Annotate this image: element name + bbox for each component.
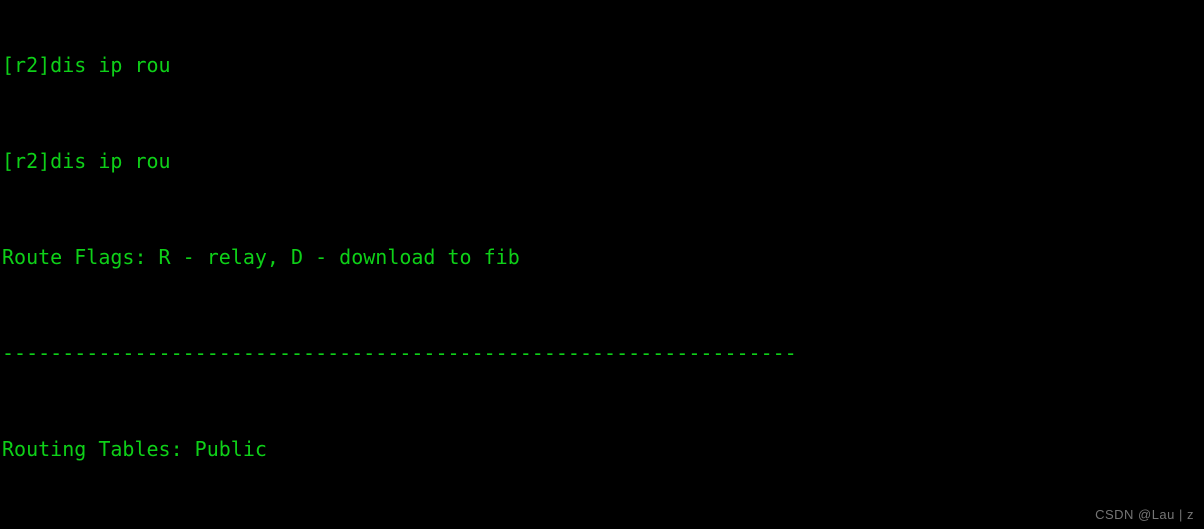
command-prompt-line[interactable]: [r2]dis ip rou	[2, 149, 989, 173]
separator-line: ----------------------------------------…	[2, 341, 797, 365]
terminal-window[interactable]: [r2]dis ip rou [r2]dis ip rou Route Flag…	[0, 0, 1204, 529]
terminal-scrollback: [r2]dis ip rou [r2]dis ip rou Route Flag…	[2, 0, 989, 529]
scrollback-clipped-line: [r2]dis ip rou	[2, 53, 171, 77]
routing-tables-line: Routing Tables: Public	[2, 437, 267, 461]
route-flags-line: Route Flags: R - relay, D - download to …	[2, 245, 520, 269]
csdn-watermark: CSDN @Lau | z	[1095, 507, 1194, 522]
